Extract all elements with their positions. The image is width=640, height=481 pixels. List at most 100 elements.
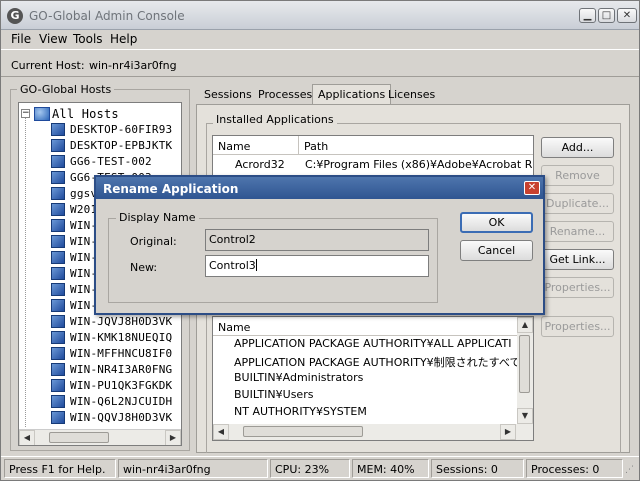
tree-host-label: WIN-QQVJ8H0D3VK <box>70 411 173 424</box>
dialog-title-bar[interactable]: Rename Application ✕ <box>96 177 543 199</box>
window-title: GO-Global Admin Console <box>29 9 185 23</box>
duplicate-button[interactable]: Duplicate... <box>541 193 614 214</box>
text-caret <box>255 259 257 271</box>
add-button[interactable]: Add... <box>541 137 614 158</box>
tab-processes[interactable]: Processes <box>258 88 312 101</box>
tree-host-label: WIN-Q6L2NJCUIDH <box>70 395 173 408</box>
tree-host-item[interactable]: WIN-KMK18NUEQIQ <box>19 330 179 346</box>
tree-host-item[interactable]: WIN-NR4I3AR0FNG <box>19 362 179 378</box>
tree-host-item[interactable]: DESKTOP-EPBJKTK <box>19 138 179 154</box>
scroll-left-icon[interactable]: ◀ <box>213 424 229 440</box>
host-computer-icon <box>51 283 65 296</box>
scroll-left-icon[interactable]: ◀ <box>19 430 35 445</box>
collapse-icon[interactable]: − <box>21 109 30 118</box>
tab-licenses[interactable]: Licenses <box>388 88 435 101</box>
host-computer-icon <box>51 363 65 376</box>
host-computer-icon <box>51 347 65 360</box>
original-name-field: Control2 <box>205 229 429 251</box>
status-mem: MEM: 40% <box>352 459 429 478</box>
scroll-thumb[interactable] <box>49 432 109 443</box>
scroll-thumb[interactable] <box>243 426 363 437</box>
permission-properties-button[interactable]: Properties... <box>541 316 614 337</box>
scroll-thumb[interactable] <box>519 335 530 393</box>
new-name-input[interactable]: Control3 <box>205 255 429 277</box>
status-help: Press F1 for Help. <box>4 459 116 478</box>
resize-grip-icon[interactable]: ⋰ <box>625 465 637 477</box>
permissions-horizontal-scrollbar[interactable]: ◀ ▶ <box>213 424 533 440</box>
installed-apps-title: Installed Applications <box>213 113 337 126</box>
tree-host-label: WIN-NR4I3AR0FNG <box>70 363 173 376</box>
host-computer-icon <box>51 315 65 328</box>
host-computer-icon <box>51 123 65 136</box>
new-name-value: Control3 <box>209 259 256 272</box>
permission-row[interactable]: BUILTIN¥Administrators <box>234 371 363 384</box>
permission-row[interactable]: APPLICATION PACKAGE AUTHORITY¥ALL APPLIC… <box>234 337 511 350</box>
host-computer-icon <box>51 251 65 264</box>
tree-host-item[interactable]: WIN-QQVJ8H0D3VK <box>19 410 179 426</box>
permission-row[interactable]: APPLICATION PACKAGE AUTHORITY¥制限されたすべて <box>234 354 520 370</box>
permissions-column-header[interactable]: Name <box>213 317 518 336</box>
tree-host-item[interactable]: WIN-PU1QK3FGKDK <box>19 378 179 394</box>
status-bar: Press F1 for Help. win-nr4i3ar0fng CPU: … <box>1 456 639 480</box>
properties-button[interactable]: Properties... <box>541 277 614 298</box>
original-name-value: Control2 <box>209 233 256 246</box>
status-host: win-nr4i3ar0fng <box>118 459 268 478</box>
tab-sessions[interactable]: Sessions <box>204 88 252 101</box>
scroll-down-icon[interactable]: ▼ <box>517 408 533 424</box>
host-computer-icon <box>51 171 65 184</box>
host-group-icon <box>34 107 50 121</box>
hosts-horizontal-scrollbar[interactable]: ◀ ▶ <box>19 429 181 445</box>
permission-row[interactable]: NT AUTHORITY¥SYSTEM <box>234 405 367 418</box>
dialog-close-icon[interactable]: ✕ <box>524 181 540 195</box>
dialog-title: Rename Application <box>103 182 239 196</box>
menu-tools[interactable]: Tools <box>73 32 103 46</box>
app-row-name[interactable]: Acrord32 <box>235 158 285 171</box>
host-computer-icon <box>51 299 65 312</box>
tree-host-item[interactable]: WIN-JQVJ8H0D3VK <box>19 314 179 330</box>
tree-host-label: WIN-PU1QK3FGKDK <box>70 379 173 392</box>
host-computer-icon <box>51 395 65 408</box>
rename-button[interactable]: Rename... <box>541 221 614 242</box>
display-name-group-title: Display Name <box>116 211 199 224</box>
scroll-right-icon[interactable]: ▶ <box>500 424 516 440</box>
column-header-path[interactable]: Path <box>299 136 533 155</box>
tab-applications[interactable]: Applications <box>312 84 392 105</box>
tree-host-item[interactable]: WIN-Q6L2NJCUIDH <box>19 394 179 410</box>
app-logo-icon: G <box>7 8 23 24</box>
remove-button[interactable]: Remove <box>541 165 614 186</box>
tree-host-label: DESKTOP-60FIR93 <box>70 123 173 136</box>
hosts-group-title: GO-Global Hosts <box>17 83 115 96</box>
original-label: Original: <box>130 235 177 248</box>
tree-root-all-hosts[interactable]: − All Hosts <box>19 106 179 122</box>
minimize-button[interactable]: ▁ <box>579 8 596 23</box>
permissions-vertical-scrollbar[interactable]: ▲ ▼ <box>517 317 533 424</box>
tree-host-item[interactable]: DESKTOP-60FIR93 <box>19 122 179 138</box>
scroll-up-icon[interactable]: ▲ <box>517 317 533 333</box>
tree-host-label: WIN-KMK18NUEQIQ <box>70 331 173 344</box>
permissions-list[interactable]: Name APPLICATION PACKAGE AUTHORITY¥ALL A… <box>212 316 534 441</box>
host-computer-icon <box>51 379 65 392</box>
cancel-button[interactable]: Cancel <box>460 240 533 261</box>
host-computer-icon <box>51 219 65 232</box>
app-row-path[interactable]: C:¥Program Files (x86)¥Adobe¥Acrobat R <box>305 158 532 171</box>
host-computer-icon <box>51 203 65 216</box>
column-header-name[interactable]: Name <box>213 136 299 155</box>
menu-help[interactable]: Help <box>110 32 137 46</box>
host-computer-icon <box>51 187 65 200</box>
title-bar[interactable]: G GO-Global Admin Console ▁ □ ✕ <box>1 1 639 30</box>
scroll-right-icon[interactable]: ▶ <box>165 430 181 445</box>
host-computer-icon <box>51 267 65 280</box>
permission-row[interactable]: BUILTIN¥Users <box>234 388 313 401</box>
tree-host-item[interactable]: GG6-TEST-002 <box>19 154 179 170</box>
rename-application-dialog: Rename Application ✕ Display Name Origin… <box>94 175 545 315</box>
ok-button[interactable]: OK <box>460 212 533 233</box>
menu-view[interactable]: View <box>39 32 67 46</box>
new-label: New: <box>130 261 158 274</box>
current-host-bar: Current Host: win-nr4i3ar0fng <box>1 49 639 77</box>
get-link-button[interactable]: Get Link... <box>541 249 614 270</box>
maximize-button[interactable]: □ <box>598 8 615 23</box>
tree-host-item[interactable]: WIN-MFFHNCU8IF0 <box>19 346 179 362</box>
menu-file[interactable]: File <box>11 32 31 46</box>
close-window-button[interactable]: ✕ <box>617 8 637 23</box>
tree-host-label: GG6-TEST-002 <box>70 155 152 168</box>
